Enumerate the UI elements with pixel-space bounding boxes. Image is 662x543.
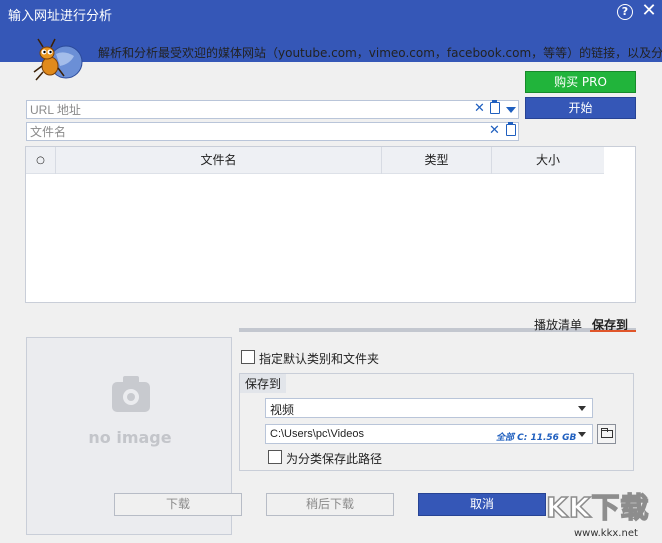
browse-folder-button[interactable]: [597, 424, 616, 444]
size-column-header[interactable]: 大小: [492, 147, 604, 174]
clear-icon[interactable]: ✕: [489, 123, 500, 138]
download-later-button[interactable]: 稍后下载: [266, 493, 394, 516]
folder-icon: [601, 428, 613, 438]
remember-path-label: 为分类保存此路径: [286, 452, 383, 466]
filename-field: ✕: [26, 122, 519, 141]
close-icon[interactable]: ✕: [640, 2, 658, 20]
type-column-header[interactable]: 类型: [382, 147, 492, 174]
category-select[interactable]: 视频: [265, 398, 593, 418]
watermark-logo: KK下载: [545, 490, 650, 525]
dropdown-icon[interactable]: [506, 107, 516, 113]
chevron-down-icon: [578, 432, 586, 437]
start-button[interactable]: 开始: [525, 97, 636, 119]
disk-space-info: 全部 C: 11.56 GB: [496, 433, 577, 443]
watermark: KK下载 www.kkx.net: [540, 482, 662, 543]
url-input[interactable]: [27, 101, 447, 118]
category-value: 视频: [270, 403, 295, 417]
filename-column-header[interactable]: 文件名: [56, 147, 382, 174]
clear-icon[interactable]: ✕: [474, 101, 485, 116]
paste-icon[interactable]: [506, 122, 516, 136]
banner-description: 解析和分析最受欢迎的媒体网站（youtube.com，vimeo.com，fac…: [98, 46, 662, 60]
paste-icon[interactable]: [490, 100, 500, 114]
buy-pro-button[interactable]: 购买 PRO: [525, 71, 636, 93]
remember-path-checkbox[interactable]: [268, 450, 282, 464]
chevron-down-icon: [578, 406, 586, 411]
tab-playlist[interactable]: 播放清单: [534, 316, 582, 333]
download-button[interactable]: 下载: [114, 493, 242, 516]
cancel-button[interactable]: 取消: [418, 493, 546, 516]
results-table: ○ 文件名 类型 大小: [25, 146, 636, 303]
save-path-select[interactable]: C:\Users\pc\Videos 全部 C: 11.56 GB: [265, 424, 593, 444]
ant-logo-icon: [33, 38, 83, 81]
select-column-header[interactable]: ○: [26, 147, 56, 174]
camera-icon: [112, 376, 150, 412]
save-path-value: C:\Users\pc\Videos: [270, 428, 364, 440]
help-icon[interactable]: ?: [617, 4, 633, 20]
table-header: ○ 文件名 类型 大小: [26, 147, 604, 174]
window-title: 输入网址进行分析: [8, 9, 113, 24]
save-to-group-title: 保存到: [240, 374, 287, 393]
active-tab-indicator: [590, 330, 636, 332]
default-category-checkbox[interactable]: [241, 350, 255, 364]
no-image-text: no image: [88, 428, 172, 447]
default-category-label: 指定默认类别和文件夹: [259, 352, 380, 366]
filename-input[interactable]: [27, 123, 447, 140]
url-field: ✕: [26, 100, 519, 119]
watermark-url: www.kkx.net: [574, 528, 638, 539]
